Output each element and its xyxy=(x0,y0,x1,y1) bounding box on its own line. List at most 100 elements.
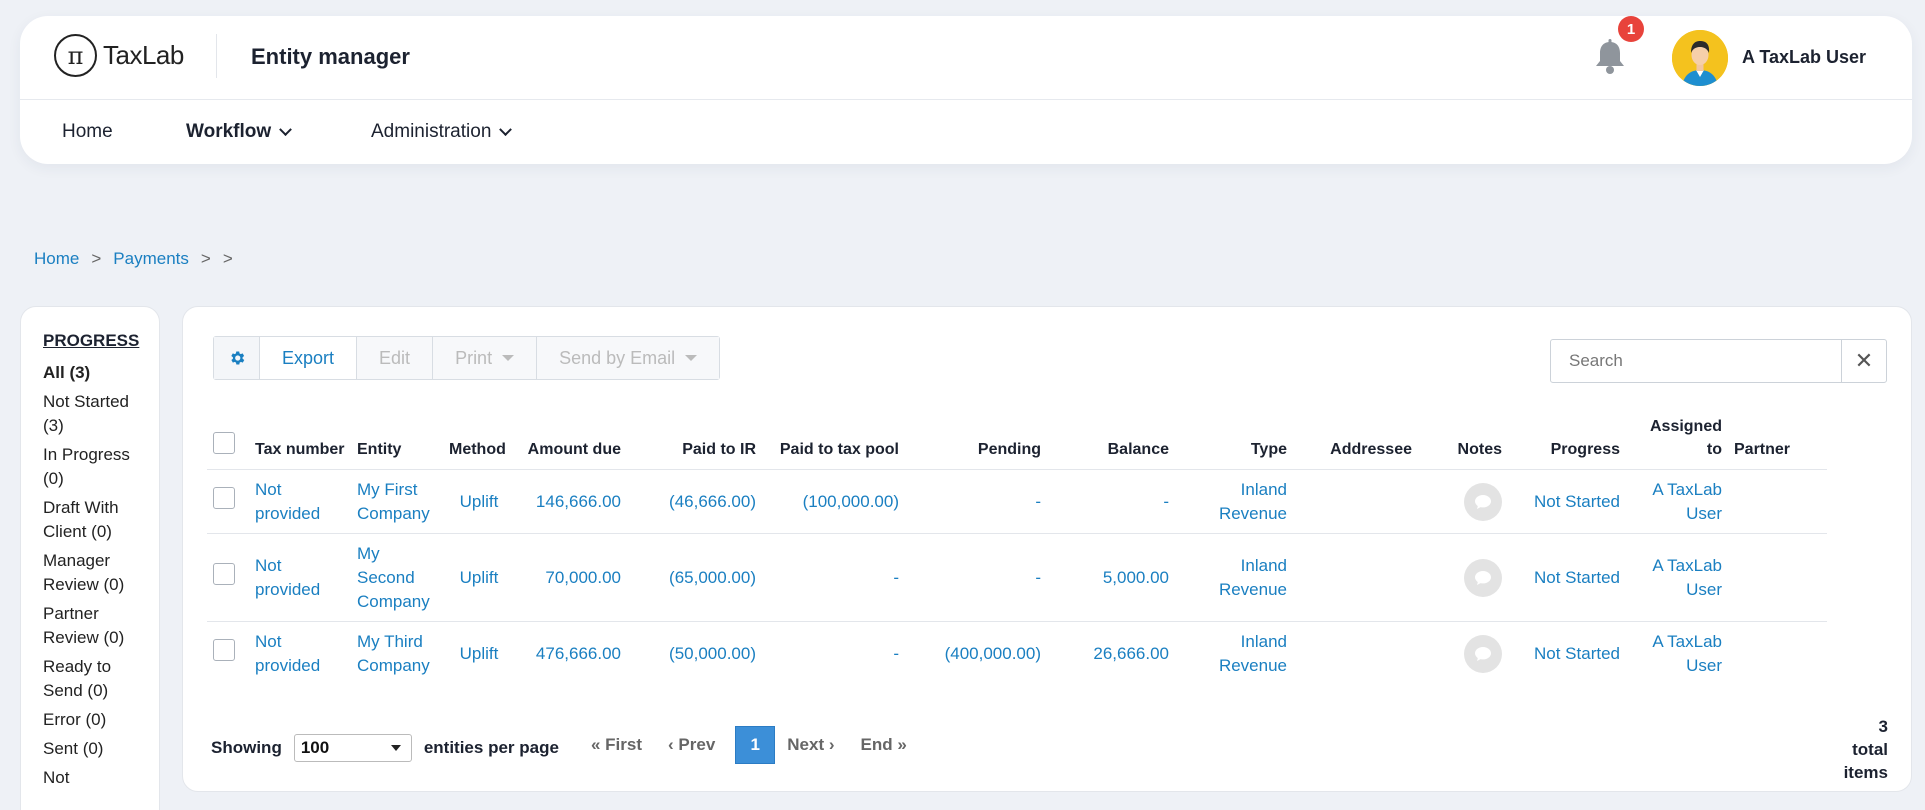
table-row[interactable]: Not provided My First Company Uplift 146… xyxy=(207,469,1827,534)
notes-icon[interactable] xyxy=(1464,634,1502,673)
table-row[interactable]: Not provided My Third Company Uplift 476… xyxy=(207,621,1827,686)
progress-cell[interactable]: Not Started xyxy=(1508,534,1626,622)
send-by-email-button[interactable]: Send by Email xyxy=(537,337,720,379)
logo[interactable]: π TaxLab xyxy=(54,34,184,77)
row-checkbox[interactable] xyxy=(213,563,235,585)
progress-filter-in-progress[interactable]: In Progress (0) xyxy=(43,443,143,491)
progress-cell[interactable]: Not Started xyxy=(1508,622,1626,686)
avatar[interactable] xyxy=(1672,30,1728,86)
nav-administration[interactable]: Administration xyxy=(371,121,513,143)
notification-bell-icon[interactable] xyxy=(1590,36,1630,80)
col-tax-number[interactable]: Tax number xyxy=(249,415,351,470)
method-cell[interactable]: Uplift xyxy=(443,534,515,622)
total-word-1: total xyxy=(1852,740,1888,759)
progress-cell[interactable]: Not Started xyxy=(1508,470,1626,534)
notification-badge: 1 xyxy=(1618,16,1644,42)
amount-due-cell[interactable]: 70,000.00 xyxy=(515,534,627,622)
search-input[interactable] xyxy=(1550,339,1842,383)
table-row[interactable]: Not provided My Second Company Uplift 70… xyxy=(207,533,1827,622)
paid-to-ir-cell[interactable]: (65,000.00) xyxy=(627,534,762,622)
tax-number-cell[interactable]: Not provided xyxy=(249,534,351,622)
pending-cell[interactable]: - xyxy=(905,470,1047,534)
progress-filter-ready-to-send[interactable]: Ready to Send (0) xyxy=(43,655,143,703)
col-progress[interactable]: Progress xyxy=(1508,415,1626,470)
assigned-to-cell[interactable]: A TaxLab User xyxy=(1626,470,1728,534)
col-entity[interactable]: Entity xyxy=(351,415,443,470)
pending-cell[interactable]: (400,000.00) xyxy=(905,622,1047,686)
print-button[interactable]: Print xyxy=(433,337,538,379)
col-paid-to-tax-pool[interactable]: Paid to tax pool xyxy=(762,415,905,470)
row-checkbox-cell xyxy=(207,470,249,534)
col-pending[interactable]: Pending xyxy=(905,415,1047,470)
notes-icon[interactable] xyxy=(1464,482,1502,521)
paid-to-ir-cell[interactable]: (46,666.00) xyxy=(627,470,762,534)
progress-filter-not-started[interactable]: Not Started (3) xyxy=(43,390,143,438)
paid-to-tax-pool-cell[interactable]: (100,000.00) xyxy=(762,470,905,534)
col-method[interactable]: Method xyxy=(443,415,515,470)
balance-cell[interactable]: 26,666.00 xyxy=(1047,622,1175,686)
header-card: π TaxLab Entity manager 1 A TaxLab User xyxy=(20,16,1912,164)
progress-filter-manager-review[interactable]: Manager Review (0) xyxy=(43,549,143,597)
col-assigned-to[interactable]: Assigned to xyxy=(1626,415,1728,470)
nav-workflow[interactable]: Workflow xyxy=(186,121,293,143)
assigned-to-cell[interactable]: A TaxLab User xyxy=(1626,534,1728,622)
total-items: 3 total items xyxy=(1818,715,1888,784)
col-balance[interactable]: Balance xyxy=(1047,415,1175,470)
balance-cell[interactable]: - xyxy=(1047,470,1175,534)
current-page-button[interactable]: 1 xyxy=(735,726,776,764)
col-type[interactable]: Type xyxy=(1175,415,1293,470)
col-partner[interactable]: Partner xyxy=(1728,415,1827,470)
type-cell[interactable]: Inland Revenue xyxy=(1175,622,1293,686)
entity-cell[interactable]: My First Company xyxy=(351,470,443,534)
type-cell[interactable]: Inland Revenue xyxy=(1175,470,1293,534)
nav-home[interactable]: Home xyxy=(62,121,113,143)
assigned-to-cell[interactable]: A TaxLab User xyxy=(1626,622,1728,686)
progress-filter-not[interactable]: Not xyxy=(43,766,143,790)
per-page-label: entities per page xyxy=(423,738,559,757)
end-page-link[interactable]: End » xyxy=(861,735,907,755)
progress-title: PROGRESS xyxy=(43,331,140,350)
method-cell[interactable]: Uplift xyxy=(443,470,515,534)
paid-to-tax-pool-cell[interactable]: - xyxy=(762,534,905,622)
prev-page-link[interactable]: ‹ Prev xyxy=(668,735,715,755)
balance-cell[interactable]: 5,000.00 xyxy=(1047,534,1175,622)
row-checkbox[interactable] xyxy=(213,487,235,509)
export-button[interactable]: Export xyxy=(260,337,358,379)
entity-cell[interactable]: My Third Company xyxy=(351,622,443,686)
chevron-down-icon xyxy=(499,122,513,136)
tax-number-cell[interactable]: Not provided xyxy=(249,470,351,534)
paid-to-ir-cell[interactable]: (50,000.00) xyxy=(627,622,762,686)
select-all-checkbox[interactable] xyxy=(213,432,235,454)
amount-due-cell[interactable]: 146,666.00 xyxy=(515,470,627,534)
user-name[interactable]: A TaxLab User xyxy=(1742,47,1866,68)
breadcrumb-home[interactable]: Home xyxy=(34,249,79,269)
send-by-email-label: Send by Email xyxy=(559,347,676,368)
col-notes[interactable]: Notes xyxy=(1418,415,1508,470)
notes-icon[interactable] xyxy=(1464,558,1502,597)
breadcrumb-payments[interactable]: Payments xyxy=(113,249,189,269)
row-checkbox[interactable] xyxy=(213,639,235,662)
progress-filter-sent[interactable]: Sent (0) xyxy=(43,737,143,761)
entity-cell[interactable]: My Second Company xyxy=(351,534,443,622)
edit-button[interactable]: Edit xyxy=(357,337,434,379)
progress-filter-all[interactable]: All (3) xyxy=(43,361,143,385)
col-addressee[interactable]: Addressee xyxy=(1293,415,1418,470)
col-paid-to-ir[interactable]: Paid to IR xyxy=(627,415,762,470)
page-size-select[interactable]: 100 xyxy=(293,734,412,762)
tax-number-cell[interactable]: Not provided xyxy=(249,622,351,686)
clear-search-button[interactable]: ✕ xyxy=(1841,339,1887,383)
settings-button[interactable] xyxy=(214,337,260,379)
progress-filter-error[interactable]: Error (0) xyxy=(43,708,143,732)
progress-filter-draft-with-client[interactable]: Draft With Client (0) xyxy=(43,496,143,544)
select-all-header xyxy=(207,415,249,470)
paid-to-tax-pool-cell[interactable]: - xyxy=(762,622,905,686)
amount-due-cell[interactable]: 476,666.00 xyxy=(515,622,627,686)
type-cell[interactable]: Inland Revenue xyxy=(1175,534,1293,622)
method-cell[interactable]: Uplift xyxy=(443,622,515,686)
col-amount-due[interactable]: Amount due xyxy=(515,415,627,470)
progress-filter-partner-review[interactable]: Partner Review (0) xyxy=(43,602,143,650)
next-page-link[interactable]: Next › xyxy=(787,735,834,755)
pending-cell[interactable]: - xyxy=(905,534,1047,622)
addressee-cell xyxy=(1293,622,1418,686)
first-page-link[interactable]: « First xyxy=(591,735,642,755)
